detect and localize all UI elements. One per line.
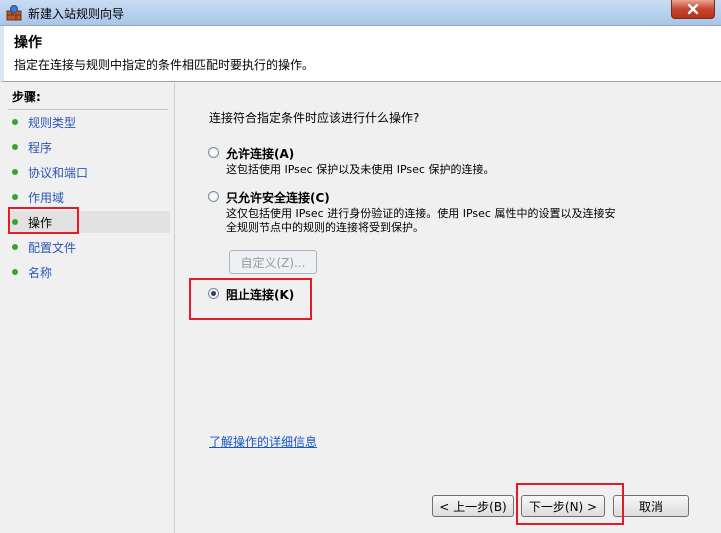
- step-dot-icon: [12, 119, 18, 125]
- title-bar: 新建入站规则向导: [0, 0, 721, 26]
- allow-secure-label[interactable]: 只允许安全连接(C): [226, 189, 330, 206]
- step-scope[interactable]: 作用域: [8, 186, 170, 208]
- step-label: 程序: [28, 140, 53, 155]
- step-label: 配置文件: [28, 240, 77, 255]
- allow-secure-radio[interactable]: [208, 191, 219, 202]
- firewall-wizard-icon: [6, 5, 22, 21]
- step-label: 协议和端口: [28, 165, 89, 180]
- customize-button[interactable]: 自定义(Z)...: [229, 250, 317, 274]
- cancel-button[interactable]: 取消: [613, 495, 689, 517]
- steps-label: 步骤:: [12, 90, 41, 104]
- step-profile[interactable]: 配置文件: [8, 236, 170, 258]
- step-program[interactable]: 程序: [8, 136, 170, 158]
- page-title: 操作: [14, 35, 42, 51]
- steps-panel: 步骤: 规则类型 程序 协议和端口 作用域 操作 配置文件 名称: [0, 83, 174, 533]
- block-connection-radio[interactable]: [208, 288, 219, 299]
- close-button[interactable]: [671, 0, 715, 19]
- step-dot-icon: [12, 244, 18, 250]
- learn-more-link[interactable]: 了解操作的详细信息: [209, 433, 317, 450]
- step-action[interactable]: 操作: [8, 211, 170, 233]
- step-protocol-ports[interactable]: 协议和端口: [8, 161, 170, 183]
- step-rule-type[interactable]: 规则类型: [8, 111, 170, 133]
- step-label: 名称: [28, 265, 53, 280]
- action-question: 连接符合指定条件时应该进行什么操作?: [209, 111, 420, 125]
- block-connection-label[interactable]: 阻止连接(K): [226, 286, 294, 303]
- allow-connection-label[interactable]: 允许连接(A): [226, 145, 294, 162]
- window-title: 新建入站规则向导: [28, 7, 125, 21]
- step-dot-icon: [12, 219, 18, 225]
- wizard-header: 操作 指定在连接与规则中指定的条件相匹配时要执行的操作。: [0, 26, 721, 82]
- allow-connection-radio[interactable]: [208, 147, 219, 158]
- allow-connection-description: 这包括使用 IPsec 保护以及未使用 IPsec 保护的连接。: [226, 163, 495, 176]
- step-label: 规则类型: [28, 115, 77, 130]
- back-button[interactable]: < 上一步(B): [432, 495, 514, 517]
- allow-secure-description-line2: 全规则节点中的规则的连接将受到保护。: [226, 221, 424, 234]
- next-button[interactable]: 下一步(N) >: [521, 495, 605, 517]
- step-dot-icon: [12, 169, 18, 175]
- step-dot-icon: [12, 194, 18, 200]
- steps-divider: [8, 109, 168, 110]
- step-label: 作用域: [28, 190, 65, 205]
- close-icon: [687, 3, 699, 15]
- step-label: 操作: [28, 215, 53, 230]
- main-content: 连接符合指定条件时应该进行什么操作? 允许连接(A) 这包括使用 IPsec 保…: [175, 83, 721, 533]
- step-dot-icon: [12, 144, 18, 150]
- allow-secure-description-line1: 这仅包括使用 IPsec 进行身份验证的连接。使用 IPsec 属性中的设置以及…: [226, 207, 616, 220]
- step-name[interactable]: 名称: [8, 261, 170, 283]
- page-description: 指定在连接与规则中指定的条件相匹配时要执行的操作。: [14, 58, 315, 72]
- step-dot-icon: [12, 269, 18, 275]
